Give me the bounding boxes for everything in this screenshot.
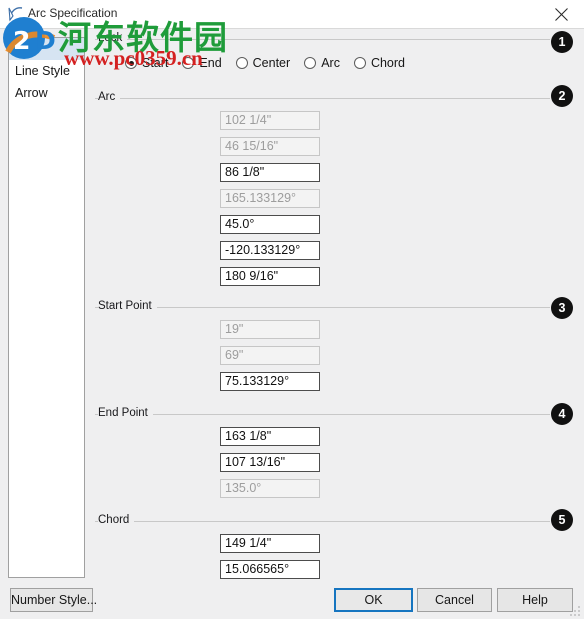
radio-circle-icon xyxy=(235,57,248,69)
window-title: Arc Specification xyxy=(28,6,118,20)
radio-label: Chord xyxy=(370,56,405,70)
start-point-group-title: Start Point xyxy=(98,300,157,312)
radio-circle-icon xyxy=(125,57,137,69)
end-angle-input[interactable]: 45.0° xyxy=(220,215,320,234)
lock-radio-group[interactable]: Start End Center Arc Chord xyxy=(125,56,419,70)
radio-lock-end[interactable]: End xyxy=(182,56,222,70)
group-divider xyxy=(95,39,550,40)
radio-lock-start[interactable]: Start xyxy=(125,56,168,70)
radio-circle-icon xyxy=(304,57,317,69)
center-x-point-input: 102 1/4" xyxy=(220,111,320,130)
cancel-button[interactable]: Cancel xyxy=(417,588,492,612)
close-icon[interactable] xyxy=(539,0,584,29)
title-bar: Arc Specification xyxy=(0,0,584,29)
step-badge-1: 1 xyxy=(551,31,573,53)
arc-group-header: Arc xyxy=(95,91,550,105)
radio-circle-icon xyxy=(182,57,195,69)
start-y-position-input: 69" xyxy=(220,346,320,365)
arc-angle-input[interactable]: -120.133129° xyxy=(220,241,320,260)
chord-group-header: Chord xyxy=(95,514,550,528)
sidebar-item-arrow[interactable]: Arrow xyxy=(9,82,84,104)
arc-length-input[interactable]: 180 9/16" xyxy=(220,267,320,286)
radio-label: Center xyxy=(252,56,291,70)
ok-button[interactable]: OK xyxy=(334,588,413,612)
end-point-group: End Point End X Position: 163 1/8" End Y… xyxy=(95,407,550,498)
start-point-group-header: Start Point xyxy=(95,300,550,314)
step-badge-5: 5 xyxy=(551,509,573,531)
resize-grip[interactable] xyxy=(570,604,582,616)
sidebar-item-arc[interactable]: Arc xyxy=(9,38,84,60)
panel-list[interactable]: Arc Line Style Arrow xyxy=(8,37,85,578)
lock-group-title: Lock xyxy=(98,32,128,44)
chord-length-input[interactable]: 149 1/4" xyxy=(220,534,320,553)
lock-group-header: Lock xyxy=(95,32,550,46)
radio-label: End xyxy=(199,56,222,70)
arc-group: Arc Center X Point: 102 1/4" Center Y Po… xyxy=(95,91,550,286)
start-direction-input[interactable]: 75.133129° xyxy=(220,372,320,391)
chord-group-title: Chord xyxy=(98,514,135,526)
help-button[interactable]: Help xyxy=(497,588,573,612)
group-divider xyxy=(95,98,550,99)
radio-label: Arc xyxy=(321,56,340,70)
sidebar-item-label: Arc xyxy=(15,42,34,56)
arc-group-title: Arc xyxy=(98,91,121,103)
radius-input[interactable]: 86 1/8" xyxy=(220,163,320,182)
number-style-button[interactable]: Number Style... xyxy=(10,588,97,612)
end-x-position-input[interactable]: 163 1/8" xyxy=(220,427,320,446)
arc-specification-dialog: Arc Specification Arc Line Style Arrow L… xyxy=(0,0,584,618)
start-x-position-input: 19" xyxy=(220,320,320,339)
step-badge-3: 3 xyxy=(551,297,573,319)
start-point-group: Start Point Start X Position: 19" Start … xyxy=(95,300,550,391)
end-point-group-header: End Point xyxy=(95,407,550,421)
step-badge-2: 2 xyxy=(551,85,573,107)
radio-lock-chord[interactable]: Chord xyxy=(353,56,405,70)
start-angle-input: 165.133129° xyxy=(220,189,320,208)
lock-group: Lock Start End Center Arc Chord xyxy=(95,32,550,70)
sidebar-item-line-style[interactable]: Line Style xyxy=(9,60,84,82)
sidebar-item-label: Arrow xyxy=(15,86,48,100)
radio-lock-arc[interactable]: Arc xyxy=(304,56,340,70)
arc-icon xyxy=(7,5,25,23)
group-divider xyxy=(95,521,550,522)
radio-circle-icon xyxy=(353,57,366,69)
chord-group: Chord Chord Length: 149 1/4" Chord Angle… xyxy=(95,514,550,579)
end-direction-input: 135.0° xyxy=(220,479,320,498)
end-point-group-title: End Point xyxy=(98,407,153,419)
chord-angle-input[interactable]: 15.066565° xyxy=(220,560,320,579)
center-y-point-input: 46 15/16" xyxy=(220,137,320,156)
step-badge-4: 4 xyxy=(551,403,573,425)
radio-lock-center[interactable]: Center xyxy=(235,56,291,70)
group-divider xyxy=(95,414,550,415)
radio-label: Start xyxy=(142,56,169,70)
group-divider xyxy=(95,307,550,308)
sidebar-item-label: Line Style xyxy=(15,64,70,78)
end-y-position-input[interactable]: 107 13/16" xyxy=(220,453,320,472)
